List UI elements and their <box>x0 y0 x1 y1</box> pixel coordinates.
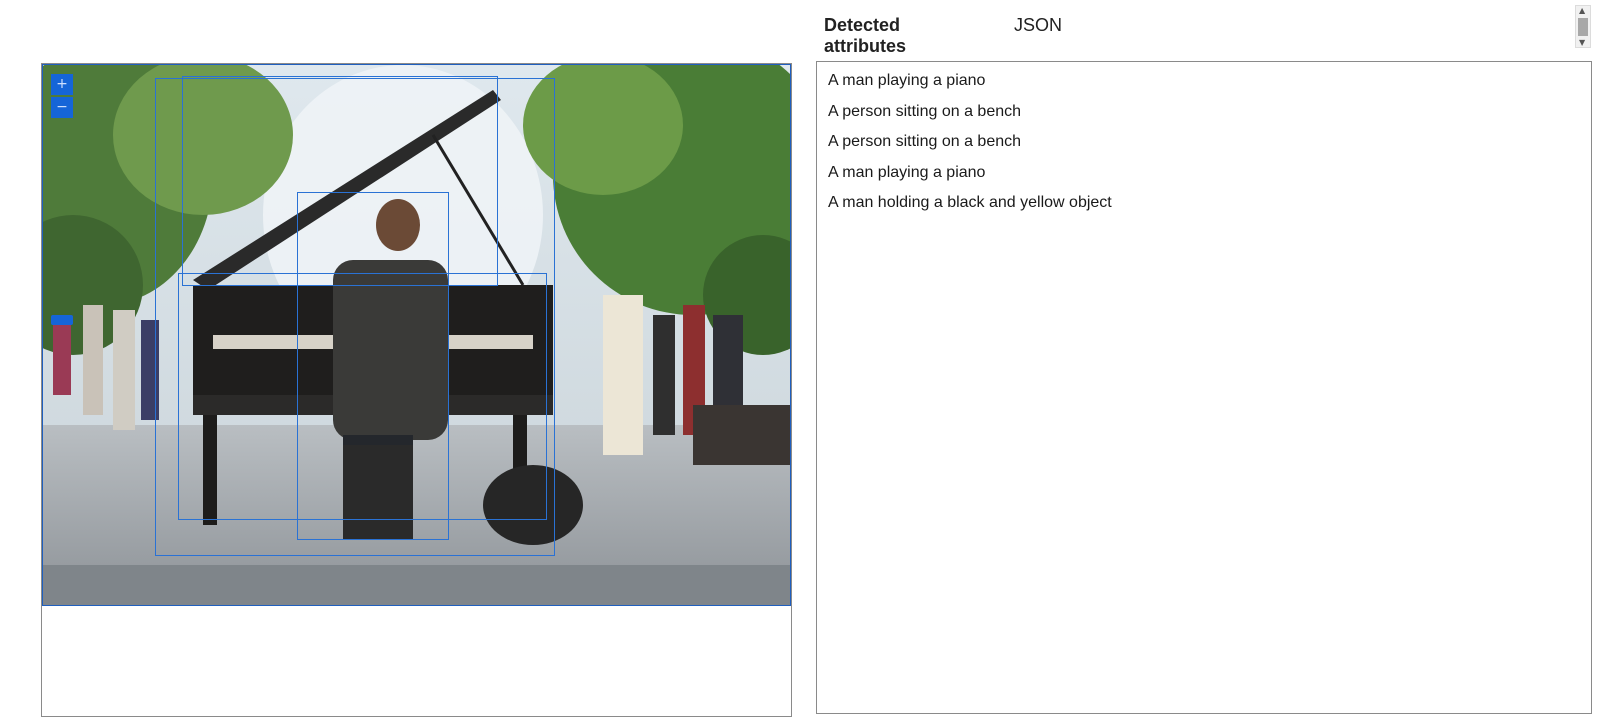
attribute-item[interactable]: A person sitting on a bench <box>817 127 1591 158</box>
detected-attributes-panel: A man playing a piano A person sitting o… <box>816 61 1592 714</box>
scroll-up-icon[interactable]: ▲ <box>1579 6 1585 15</box>
tab-json[interactable]: JSON <box>1014 15 1062 44</box>
zoom-slider-handle[interactable] <box>51 315 73 325</box>
attribute-item[interactable]: A person sitting on a bench <box>817 97 1591 128</box>
zoom-in-button[interactable]: + <box>51 74 73 95</box>
scrollbar-thumb[interactable] <box>1578 18 1588 36</box>
tab-detected-attributes[interactable]: Detected attributes <box>824 15 907 67</box>
scrollbar[interactable]: ▲ ▼ <box>1575 5 1591 48</box>
photo-canvas[interactable]: + − <box>42 64 791 606</box>
image-viewer[interactable]: + − <box>41 63 792 717</box>
zoom-out-button[interactable]: − <box>51 97 73 118</box>
attribute-item[interactable]: A man playing a piano <box>817 158 1591 189</box>
detection-box-4[interactable] <box>178 273 547 520</box>
attribute-item[interactable]: A man playing a piano <box>817 66 1591 97</box>
attribute-list: A man playing a piano A person sitting o… <box>817 62 1591 219</box>
scroll-down-icon[interactable]: ▼ <box>1579 38 1585 47</box>
attribute-item[interactable]: A man holding a black and yellow object <box>817 188 1591 219</box>
